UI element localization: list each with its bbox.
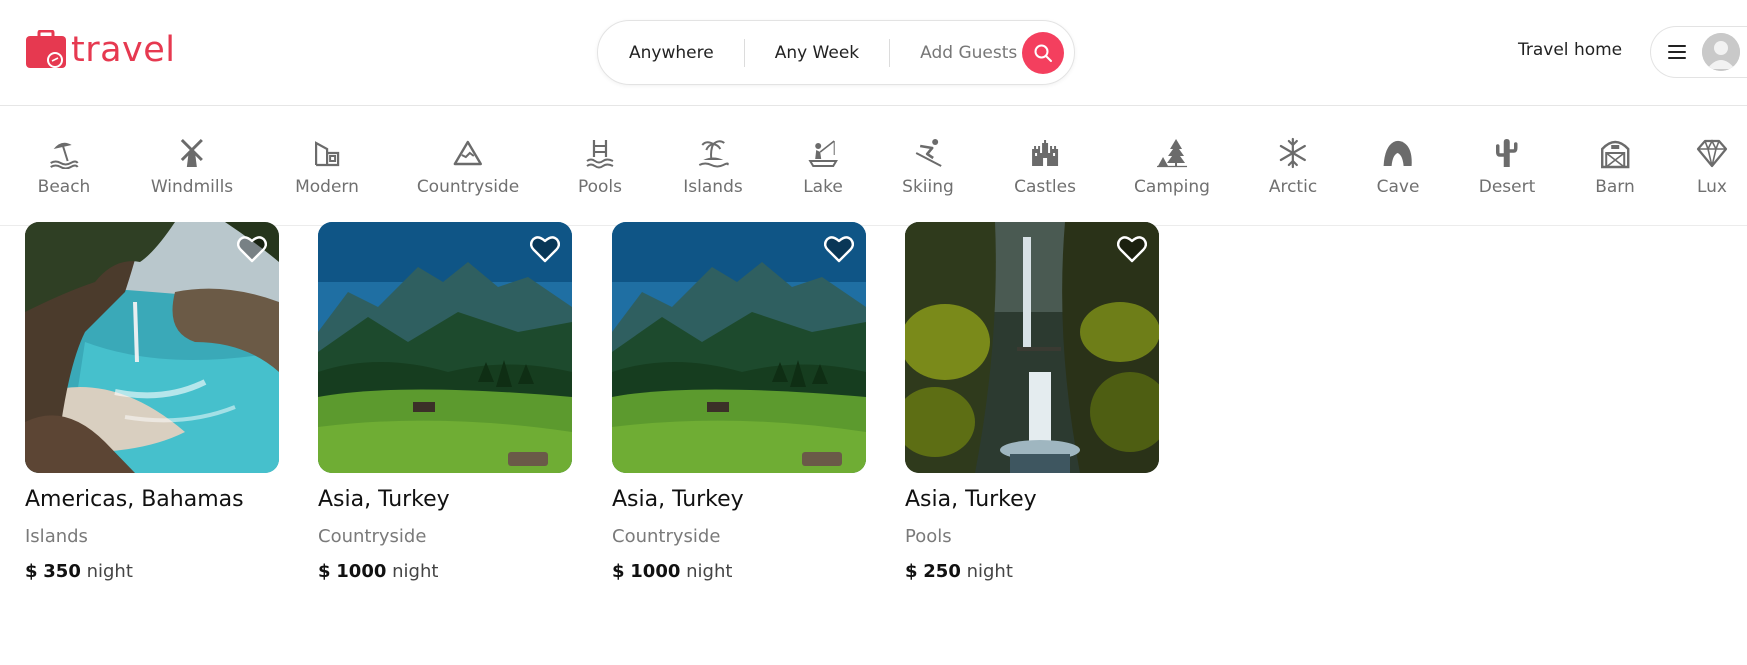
camping-icon [1157, 139, 1187, 168]
search-week[interactable]: Any Week [745, 43, 889, 63]
category-cave[interactable]: Cave [1376, 137, 1420, 197]
favorite-heart-icon[interactable] [530, 235, 560, 263]
lake-fishing-icon [808, 140, 838, 167]
search-icon [1034, 44, 1052, 62]
listing-image[interactable] [612, 222, 866, 473]
category-label: Skiing [902, 177, 954, 197]
category-label: Castles [1014, 177, 1076, 197]
category-desert[interactable]: Desert [1478, 137, 1536, 197]
price-unit: night [86, 561, 133, 582]
listing-price: $ 1000 night [612, 561, 866, 582]
listing-card[interactable]: Asia, Turkey Countryside $ 1000 night [612, 222, 866, 582]
barn-icon [1600, 140, 1630, 169]
listing-image[interactable] [318, 222, 572, 473]
price-amount: 1000 [630, 561, 681, 582]
price-currency: $ [612, 561, 625, 582]
diamond-icon [1696, 139, 1728, 168]
listing-image[interactable] [905, 222, 1159, 473]
category-label: Desert [1478, 177, 1536, 197]
category-label: Pools [577, 177, 623, 197]
price-unit: night [966, 561, 1013, 582]
listing-price: $ 250 night [905, 561, 1159, 582]
category-windmills[interactable]: Windmills [151, 137, 233, 197]
avatar [1702, 33, 1740, 71]
listing-card[interactable]: Asia, Turkey Pools $ 250 night [905, 222, 1159, 582]
favorite-heart-icon[interactable] [824, 235, 854, 263]
top-navbar: travel Anywhere Any Week Add Guests Trav… [0, 0, 1747, 106]
listing-category: Islands [25, 526, 88, 547]
listing-location: Asia, Turkey [905, 487, 1037, 512]
price-unit: night [686, 561, 733, 582]
category-barn[interactable]: Barn [1595, 137, 1635, 197]
listing-location: Americas, Bahamas [25, 487, 244, 512]
category-pools[interactable]: Pools [578, 137, 622, 197]
category-skiing[interactable]: Skiing [902, 137, 954, 197]
category-label: Barn [1595, 177, 1635, 197]
castle-icon [1031, 140, 1058, 166]
listing-card[interactable]: Asia, Turkey Countryside $ 1000 night [318, 222, 572, 582]
category-bar: Beach Windmills Modern Countryside Pools… [0, 107, 1747, 226]
category-camping[interactable]: Camping [1134, 137, 1210, 197]
price-currency: $ [318, 561, 331, 582]
island-icon [698, 140, 729, 168]
modern-building-icon [314, 141, 340, 167]
listing-category: Pools [905, 526, 952, 547]
user-menu-button[interactable] [1650, 26, 1747, 78]
category-lux[interactable]: Lux [1696, 137, 1728, 197]
listing-card[interactable]: Americas, Bahamas Islands $ 350 night [25, 222, 279, 582]
category-castles[interactable]: Castles [1014, 137, 1076, 197]
listing-location: Asia, Turkey [318, 487, 450, 512]
category-islands[interactable]: Islands [683, 137, 743, 197]
beach-umbrella-icon [50, 142, 79, 169]
category-label: Beach [37, 177, 91, 197]
listing-category: Countryside [612, 526, 721, 547]
snowflake-icon [1279, 137, 1307, 169]
suitcase-logo-icon [26, 30, 66, 68]
logo-text: travel [71, 30, 176, 70]
listing-price: $ 350 night [25, 561, 279, 582]
search-button[interactable] [1022, 32, 1064, 74]
category-arctic[interactable]: Arctic [1269, 137, 1317, 197]
listing-price: $ 1000 night [318, 561, 572, 582]
category-beach[interactable]: Beach [37, 137, 91, 197]
category-label: Lake [803, 177, 843, 197]
category-label: Modern [295, 177, 359, 197]
category-modern[interactable]: Modern [295, 137, 359, 197]
price-unit: night [392, 561, 439, 582]
skiing-icon [915, 139, 942, 167]
mountain-icon [453, 140, 483, 166]
price-amount: 1000 [336, 561, 387, 582]
listing-location: Asia, Turkey [612, 487, 744, 512]
price-currency: $ [25, 561, 38, 582]
favorite-heart-icon[interactable] [237, 235, 267, 263]
user-placeholder-icon [1702, 33, 1740, 71]
category-label: Lux [1696, 177, 1727, 197]
category-countryside[interactable]: Countryside [417, 137, 519, 197]
favorite-heart-icon[interactable] [1117, 235, 1147, 263]
category-label: Arctic [1268, 177, 1318, 197]
category-label: Islands [683, 177, 743, 197]
category-label: Camping [1134, 177, 1210, 197]
search-location[interactable]: Anywhere [598, 43, 744, 63]
category-label: Windmills [150, 177, 234, 197]
cactus-icon [1496, 139, 1518, 167]
travel-home-link[interactable]: Travel home [1518, 40, 1622, 60]
cave-icon [1384, 140, 1413, 166]
price-amount: 350 [43, 561, 81, 582]
listing-category: Countryside [318, 526, 427, 547]
price-amount: 250 [923, 561, 961, 582]
logo[interactable]: travel [25, 30, 176, 70]
search-bar[interactable]: Anywhere Any Week Add Guests [597, 20, 1075, 85]
category-label: Countryside [416, 177, 520, 197]
category-lake[interactable]: Lake [803, 137, 843, 197]
pool-icon [586, 140, 614, 169]
price-currency: $ [905, 561, 918, 582]
hamburger-menu-icon [1668, 45, 1686, 59]
windmill-icon [180, 138, 204, 167]
category-label: Cave [1376, 177, 1420, 197]
listing-image[interactable] [25, 222, 279, 473]
